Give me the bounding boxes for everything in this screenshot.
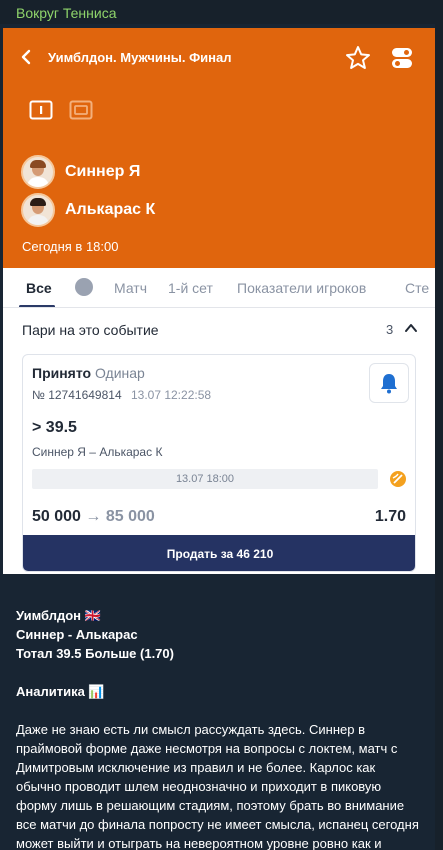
post-tournament: Уимблдон 🇬🇧 <box>16 608 101 623</box>
post-text: Уимблдон 🇬🇧 Синнер - Алькарас Тотал 39.5… <box>16 606 420 850</box>
player-name: Синнер Я <box>65 163 141 180</box>
settings-toggle-button[interactable] <box>390 46 414 70</box>
player-name: Алькарас К <box>65 201 156 218</box>
bets-panel: Пари на это событие 3 Принято Одинар № 1… <box>3 308 435 574</box>
player-avatar <box>21 193 55 227</box>
bet-outcome: > 39.5 <box>32 419 77 436</box>
chevron-left-icon <box>21 49 31 65</box>
tab-more[interactable]: Сте <box>405 280 429 296</box>
back-button[interactable] <box>15 46 37 68</box>
start-time: Сегодня в 18:00 <box>22 239 119 254</box>
bet-amounts: 50 000 → 85 000 <box>32 508 155 526</box>
event-date-bar: 13.07 18:00 <box>32 469 378 489</box>
post-body: Даже не знаю есть ли смысл рассуждать зд… <box>16 722 419 850</box>
bet-odds: 1.70 <box>374 508 406 525</box>
post-bet: Тотал 39.5 Больше (1.70) <box>16 646 174 661</box>
post-analytics-heading: Аналитика 📊 <box>16 684 105 699</box>
favorite-button[interactable] <box>345 45 371 71</box>
live-status-icon <box>390 471 406 487</box>
star-icon <box>346 46 370 69</box>
bet-number: № 12741649814 <box>32 388 122 402</box>
bet-id-line: № 12741649814 13.07 12:22:58 <box>32 388 211 402</box>
tennis-ball-icon[interactable] <box>75 278 93 296</box>
bets-title: Пари на это событие <box>22 322 159 338</box>
tab-bar: Все Матч 1-й сет Показатели игроков Сте <box>3 268 435 308</box>
chevron-up-icon[interactable] <box>404 321 418 335</box>
message-bubble: Уимблдон. Мужчины. Финал Синнер Я Алькар… <box>0 24 435 850</box>
tab-player-stats[interactable]: Показатели игроков <box>237 280 366 296</box>
scoreboard-icon[interactable] <box>29 100 53 120</box>
bet-timestamp: 13.07 12:22:58 <box>130 388 212 402</box>
tab-all[interactable]: Все <box>26 280 52 296</box>
tab-set-1[interactable]: 1-й сет <box>168 280 213 296</box>
event-title: Уимблдон. Мужчины. Финал <box>48 50 232 65</box>
post-match: Синнер - Алькарас <box>16 627 138 642</box>
toggle-icon <box>392 48 412 68</box>
channel-name[interactable]: Вокруг Тенниса <box>16 5 117 21</box>
bet-status: Принято Одинар <box>32 365 145 381</box>
tab-match[interactable]: Матч <box>114 280 147 296</box>
player-avatar <box>21 155 55 189</box>
bet-card[interactable]: Принято Одинар № 12741649814 13.07 12:22… <box>22 354 416 572</box>
bet-match: Синнер Я – Алькарас К <box>32 445 163 459</box>
player-row: Синнер Я <box>21 155 140 189</box>
stake-amount: 50 000 <box>32 508 81 525</box>
bell-icon <box>381 374 397 394</box>
bet-screenshot: Уимблдон. Мужчины. Финал Синнер Я Алькар… <box>3 28 435 574</box>
video-icon[interactable] <box>69 100 93 120</box>
bet-status-label: Принято <box>32 365 92 381</box>
arrow-right-icon: → <box>85 508 102 525</box>
bet-type: Одинар <box>94 365 145 381</box>
notifications-button[interactable] <box>369 363 409 403</box>
bets-count: 3 <box>386 322 394 337</box>
sell-bet-button[interactable]: Продать за 46 210 <box>23 535 415 571</box>
player-row: Алькарас К <box>21 193 155 227</box>
event-header: Уимблдон. Мужчины. Финал Синнер Я Алькар… <box>3 28 435 268</box>
payout-amount: 85 000 <box>105 508 155 525</box>
